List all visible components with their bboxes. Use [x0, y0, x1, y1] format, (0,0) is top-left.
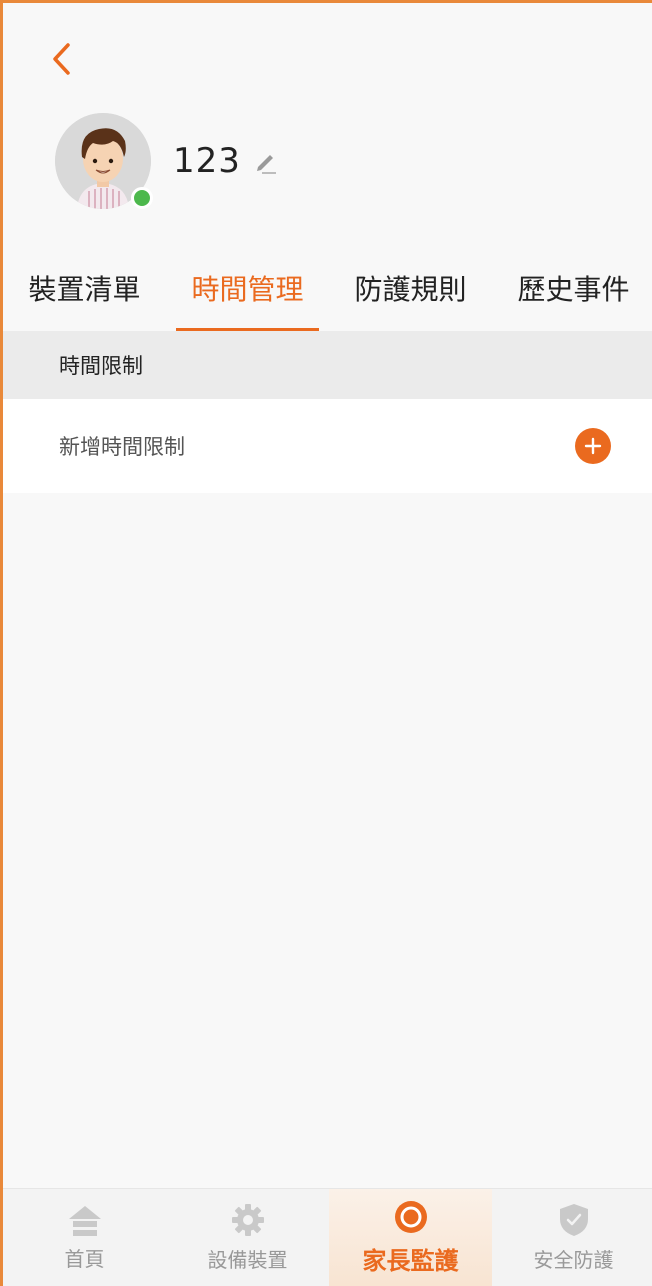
add-time-limit-row[interactable]: 新增時間限制: [3, 399, 652, 493]
plus-icon: [584, 437, 602, 455]
nav-devices-label: 設備裝置: [207, 1248, 288, 1272]
nav-devices[interactable]: 設備裝置: [166, 1189, 329, 1286]
gear-icon: [231, 1204, 264, 1236]
nav-home-label: 首頁: [64, 1247, 105, 1271]
pencil-icon: [256, 155, 276, 174]
add-time-limit-button[interactable]: [575, 428, 611, 464]
bottom-navigation: 首頁 設備裝置 家長監護 安全防護: [3, 1188, 652, 1286]
nav-home[interactable]: 首頁: [3, 1189, 166, 1286]
tab-time-management[interactable]: 時間管理: [166, 253, 329, 331]
tab-protection-rules[interactable]: 防護規則: [329, 253, 492, 331]
profile-name: 123: [173, 141, 241, 181]
online-status-dot: [131, 187, 153, 209]
shield-icon: [559, 1204, 588, 1236]
home-icon: [68, 1206, 101, 1236]
tab-history-events[interactable]: 歷史事件: [492, 253, 652, 331]
parental-control-icon: [394, 1201, 427, 1233]
chevron-left-icon: [53, 43, 70, 75]
add-time-limit-label: 新增時間限制: [59, 435, 185, 459]
tab-bar: 裝置清單 時間管理 防護規則 歷史事件: [3, 253, 652, 331]
section-header-time-limit: 時間限制: [3, 331, 652, 399]
app-screen: 123 裝置清單 時間管理 防護規則 歷史事件 時間限制 新增時間限制 首頁 設…: [0, 0, 652, 1286]
nav-parental-control[interactable]: 家長監護: [329, 1189, 492, 1286]
edit-name-button[interactable]: [251, 146, 281, 176]
profile-header: 123: [55, 111, 281, 211]
tab-device-list[interactable]: 裝置清單: [3, 253, 166, 331]
avatar-container[interactable]: [55, 113, 153, 209]
back-button[interactable]: [41, 39, 81, 79]
nav-security-label: 安全防護: [533, 1248, 614, 1272]
nav-parental-control-label: 家長監護: [362, 1247, 459, 1275]
nav-security[interactable]: 安全防護: [492, 1189, 652, 1286]
